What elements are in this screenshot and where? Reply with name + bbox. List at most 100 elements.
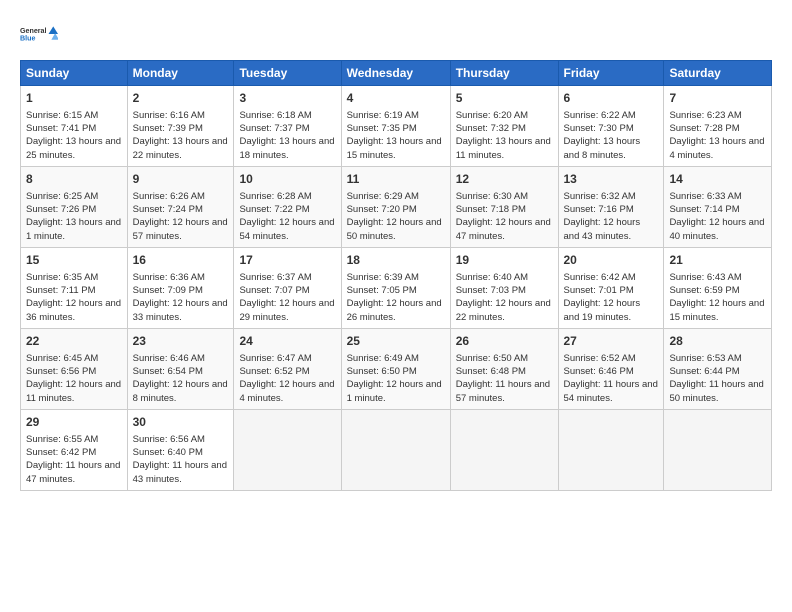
weekday-header-thursday: Thursday [450,61,558,86]
day-number: 25 [347,333,445,350]
sunset: Sunset: 6:40 PM [133,447,203,458]
sunset: Sunset: 7:09 PM [133,285,203,296]
daylight: Daylight: 12 hours and 33 minutes. [133,298,228,322]
daylight: Daylight: 11 hours and 54 minutes. [564,379,658,403]
calendar-cell: 10 Sunrise: 6:28 AM Sunset: 7:22 PM Dayl… [234,166,341,247]
day-number: 4 [347,90,445,107]
sunrise: Sunrise: 6:55 AM [26,434,98,445]
weekday-header-wednesday: Wednesday [341,61,450,86]
calendar-cell: 15 Sunrise: 6:35 AM Sunset: 7:11 PM Dayl… [21,247,128,328]
calendar-cell: 13 Sunrise: 6:32 AM Sunset: 7:16 PM Dayl… [558,166,664,247]
daylight: Daylight: 13 hours and 22 minutes. [133,136,228,160]
sunrise: Sunrise: 6:28 AM [239,191,311,202]
sunrise: Sunrise: 6:45 AM [26,353,98,364]
calendar-cell: 4 Sunrise: 6:19 AM Sunset: 7:35 PM Dayli… [341,86,450,167]
calendar-cell: 28 Sunrise: 6:53 AM Sunset: 6:44 PM Dayl… [664,328,772,409]
day-number: 24 [239,333,335,350]
sunset: Sunset: 7:37 PM [239,123,309,134]
calendar-cell: 25 Sunrise: 6:49 AM Sunset: 6:50 PM Dayl… [341,328,450,409]
weekday-header-monday: Monday [127,61,234,86]
day-number: 29 [26,414,122,431]
sunrise: Sunrise: 6:42 AM [564,272,636,283]
day-number: 23 [133,333,229,350]
sunrise: Sunrise: 6:52 AM [564,353,636,364]
daylight: Daylight: 13 hours and 15 minutes. [347,136,442,160]
calendar-cell: 8 Sunrise: 6:25 AM Sunset: 7:26 PM Dayli… [21,166,128,247]
day-number: 26 [456,333,553,350]
sunrise: Sunrise: 6:49 AM [347,353,419,364]
sunrise: Sunrise: 6:16 AM [133,110,205,121]
logo: General Blue [20,18,58,50]
daylight: Daylight: 12 hours and 22 minutes. [456,298,551,322]
sunrise: Sunrise: 6:46 AM [133,353,205,364]
calendar-cell: 20 Sunrise: 6:42 AM Sunset: 7:01 PM Dayl… [558,247,664,328]
sunset: Sunset: 6:50 PM [347,366,417,377]
day-number: 7 [669,90,766,107]
calendar-cell: 29 Sunrise: 6:55 AM Sunset: 6:42 PM Dayl… [21,409,128,490]
day-number: 17 [239,252,335,269]
sunset: Sunset: 7:07 PM [239,285,309,296]
day-number: 3 [239,90,335,107]
daylight: Daylight: 13 hours and 18 minutes. [239,136,334,160]
sunrise: Sunrise: 6:26 AM [133,191,205,202]
calendar-cell: 18 Sunrise: 6:39 AM Sunset: 7:05 PM Dayl… [341,247,450,328]
calendar: SundayMondayTuesdayWednesdayThursdayFrid… [20,60,772,491]
sunset: Sunset: 6:46 PM [564,366,634,377]
sunrise: Sunrise: 6:33 AM [669,191,741,202]
day-number: 19 [456,252,553,269]
sunset: Sunset: 7:14 PM [669,204,739,215]
sunset: Sunset: 6:54 PM [133,366,203,377]
sunrise: Sunrise: 6:37 AM [239,272,311,283]
weekday-header-tuesday: Tuesday [234,61,341,86]
day-number: 1 [26,90,122,107]
sunrise: Sunrise: 6:19 AM [347,110,419,121]
daylight: Daylight: 11 hours and 43 minutes. [133,460,227,484]
calendar-cell: 5 Sunrise: 6:20 AM Sunset: 7:32 PM Dayli… [450,86,558,167]
sunrise: Sunrise: 6:53 AM [669,353,741,364]
sunrise: Sunrise: 6:18 AM [239,110,311,121]
calendar-cell: 27 Sunrise: 6:52 AM Sunset: 6:46 PM Dayl… [558,328,664,409]
calendar-cell [341,409,450,490]
sunset: Sunset: 7:05 PM [347,285,417,296]
weekday-header-friday: Friday [558,61,664,86]
daylight: Daylight: 13 hours and 11 minutes. [456,136,551,160]
weekday-header-sunday: Sunday [21,61,128,86]
sunrise: Sunrise: 6:36 AM [133,272,205,283]
calendar-cell [450,409,558,490]
sunrise: Sunrise: 6:20 AM [456,110,528,121]
sunset: Sunset: 6:48 PM [456,366,526,377]
calendar-cell: 16 Sunrise: 6:36 AM Sunset: 7:09 PM Dayl… [127,247,234,328]
daylight: Daylight: 12 hours and 40 minutes. [669,217,764,241]
sunset: Sunset: 7:30 PM [564,123,634,134]
svg-text:General: General [20,27,47,35]
calendar-cell: 24 Sunrise: 6:47 AM Sunset: 6:52 PM Dayl… [234,328,341,409]
sunset: Sunset: 7:03 PM [456,285,526,296]
sunrise: Sunrise: 6:25 AM [26,191,98,202]
calendar-cell: 1 Sunrise: 6:15 AM Sunset: 7:41 PM Dayli… [21,86,128,167]
daylight: Daylight: 12 hours and 11 minutes. [26,379,121,403]
sunset: Sunset: 6:42 PM [26,447,96,458]
daylight: Daylight: 12 hours and 47 minutes. [456,217,551,241]
daylight: Daylight: 12 hours and 57 minutes. [133,217,228,241]
day-number: 15 [26,252,122,269]
calendar-cell: 23 Sunrise: 6:46 AM Sunset: 6:54 PM Dayl… [127,328,234,409]
daylight: Daylight: 12 hours and 36 minutes. [26,298,121,322]
calendar-cell: 17 Sunrise: 6:37 AM Sunset: 7:07 PM Dayl… [234,247,341,328]
sunrise: Sunrise: 6:30 AM [456,191,528,202]
calendar-cell: 11 Sunrise: 6:29 AM Sunset: 7:20 PM Dayl… [341,166,450,247]
sunset: Sunset: 7:24 PM [133,204,203,215]
sunset: Sunset: 7:16 PM [564,204,634,215]
day-number: 18 [347,252,445,269]
sunrise: Sunrise: 6:47 AM [239,353,311,364]
day-number: 8 [26,171,122,188]
svg-text:Blue: Blue [20,35,35,43]
day-number: 5 [456,90,553,107]
calendar-cell [558,409,664,490]
day-number: 28 [669,333,766,350]
sunset: Sunset: 6:44 PM [669,366,739,377]
daylight: Daylight: 11 hours and 47 minutes. [26,460,120,484]
sunrise: Sunrise: 6:56 AM [133,434,205,445]
calendar-cell: 22 Sunrise: 6:45 AM Sunset: 6:56 PM Dayl… [21,328,128,409]
day-number: 30 [133,414,229,431]
calendar-cell: 6 Sunrise: 6:22 AM Sunset: 7:30 PM Dayli… [558,86,664,167]
